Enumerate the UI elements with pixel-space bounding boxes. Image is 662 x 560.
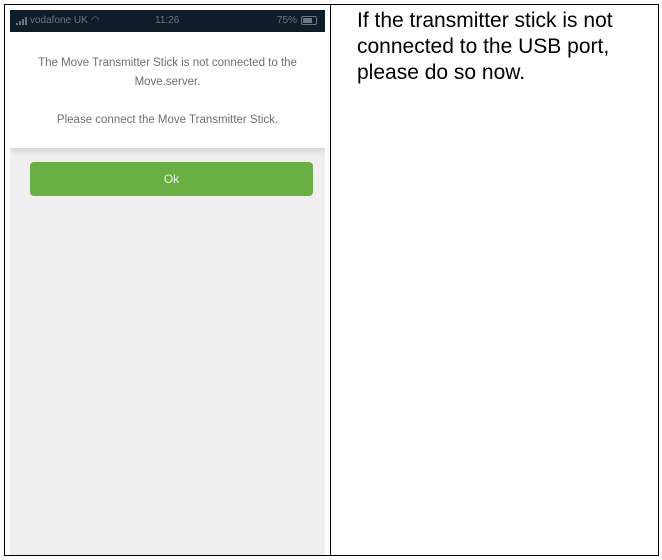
carrier-info: vodafone UK ◠ xyxy=(16,15,100,26)
wifi-icon: ◠ xyxy=(90,14,100,26)
status-bar: vodafone UK ◠ 11:26 75% xyxy=(10,10,325,32)
alert-message-connect: Please connect the Move Transmitter Stic… xyxy=(56,114,279,126)
battery-icon xyxy=(301,16,317,25)
status-time: 11:26 xyxy=(155,15,180,26)
alert-card: The Move Transmitter Stick is not connec… xyxy=(10,32,325,148)
instruction-text: If the transmitter stick is not connecte… xyxy=(357,9,613,84)
column-divider xyxy=(330,5,331,555)
ok-button[interactable]: Ok xyxy=(30,162,313,196)
alert-message-not-connected: The Move Transmitter Stick is not connec… xyxy=(38,57,297,88)
carrier-label: vodafone UK xyxy=(30,15,88,26)
battery-info: 75% xyxy=(277,15,317,26)
phone-screenshot: vodafone UK ◠ 11:26 75% The Move Transmi… xyxy=(10,10,325,555)
signal-icon xyxy=(16,16,27,25)
battery-percent: 75% xyxy=(276,15,297,26)
